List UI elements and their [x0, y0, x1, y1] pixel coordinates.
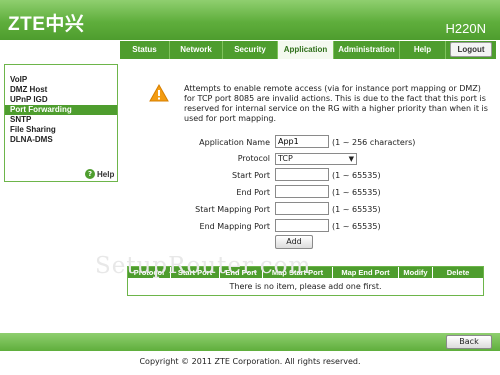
app-name-input[interactable] [275, 135, 329, 148]
tab-network[interactable]: Network [170, 41, 223, 59]
sidebar-item-sntp[interactable]: SNTP [5, 115, 117, 125]
logout-button[interactable]: Logout [450, 42, 492, 57]
sidebar-item-dlna-dms[interactable]: DLNA-DMS [5, 135, 117, 145]
column-delete: Delete [446, 268, 470, 277]
protocol-label: Protocol [237, 154, 270, 163]
tab-application[interactable]: Application [278, 41, 334, 59]
sidebar-item-upnp-igd[interactable]: UPnP IGD [5, 95, 117, 105]
start-port-input[interactable] [275, 168, 329, 181]
app-name-label: Application Name [199, 138, 270, 147]
top-navigation: Status Network Security Application Admi… [0, 40, 500, 60]
warning-message: Attempts to enable remote access (via fo… [184, 84, 488, 123]
end-port-label: End Port [236, 188, 270, 197]
end-port-hint: (1 ~ 65535) [332, 188, 381, 197]
footer-bar [0, 333, 500, 351]
protocol-value: TCP [278, 154, 293, 163]
end-mapping-port-label: End Mapping Port [199, 222, 270, 231]
copyright-text: Copyright © 2011 ZTE Corporation. All ri… [139, 357, 361, 366]
sidebar-item-port-forwarding[interactable]: Port Forwarding [5, 105, 117, 115]
watermark: SetupRouter.com [95, 253, 312, 279]
tab-security[interactable]: Security [223, 41, 278, 59]
end-port-input[interactable] [275, 185, 329, 198]
sidebar-frame: VoIP DMZ Host UPnP IGD Port Forwarding S… [0, 60, 120, 360]
tab-help[interactable]: Help [400, 41, 446, 59]
help-icon: ? [85, 169, 95, 179]
start-mapping-port-label: Start Mapping Port [195, 205, 270, 214]
tab-administration[interactable]: Administration [334, 41, 400, 59]
start-port-label: Start Port [232, 171, 270, 180]
sidebar-item-voip[interactable]: VoIP [5, 75, 117, 85]
header-banner: ZTE中兴 H220N [0, 0, 500, 40]
column-map-end-port: Map End Port [333, 267, 399, 278]
end-mapping-port-hint: (1 ~ 65535) [332, 222, 381, 231]
start-port-hint: (1 ~ 65535) [332, 171, 381, 180]
zte-logo: ZTE中兴 [8, 14, 85, 35]
protocol-select[interactable]: TCP ▼ [275, 153, 357, 165]
end-mapping-port-input[interactable] [275, 219, 329, 232]
sidebar-item-file-sharing[interactable]: File Sharing [5, 125, 117, 135]
sidebar-help-link[interactable]: ? Help [85, 168, 114, 180]
tab-status[interactable]: Status [120, 41, 170, 59]
model-name: H220N [445, 21, 486, 36]
sidebar-menu: VoIP DMZ Host UPnP IGD Port Forwarding S… [4, 64, 118, 182]
start-mapping-port-hint: (1 ~ 65535) [332, 205, 381, 214]
main-content: Attempts to enable remote access (via fo… [120, 60, 498, 360]
table-empty-message: There is no item, please add one first. [229, 282, 382, 291]
sidebar-item-dmz-host[interactable]: DMZ Host [5, 85, 117, 95]
warning-icon [149, 84, 169, 102]
add-button[interactable]: Add [275, 235, 313, 249]
start-mapping-port-input[interactable] [275, 202, 329, 215]
app-name-hint: (1 ~ 256 characters) [332, 138, 416, 147]
help-label: Help [97, 169, 115, 179]
column-modify: Modify [399, 267, 433, 278]
chevron-down-icon: ▼ [348, 155, 354, 163]
back-button[interactable]: Back [446, 335, 492, 349]
